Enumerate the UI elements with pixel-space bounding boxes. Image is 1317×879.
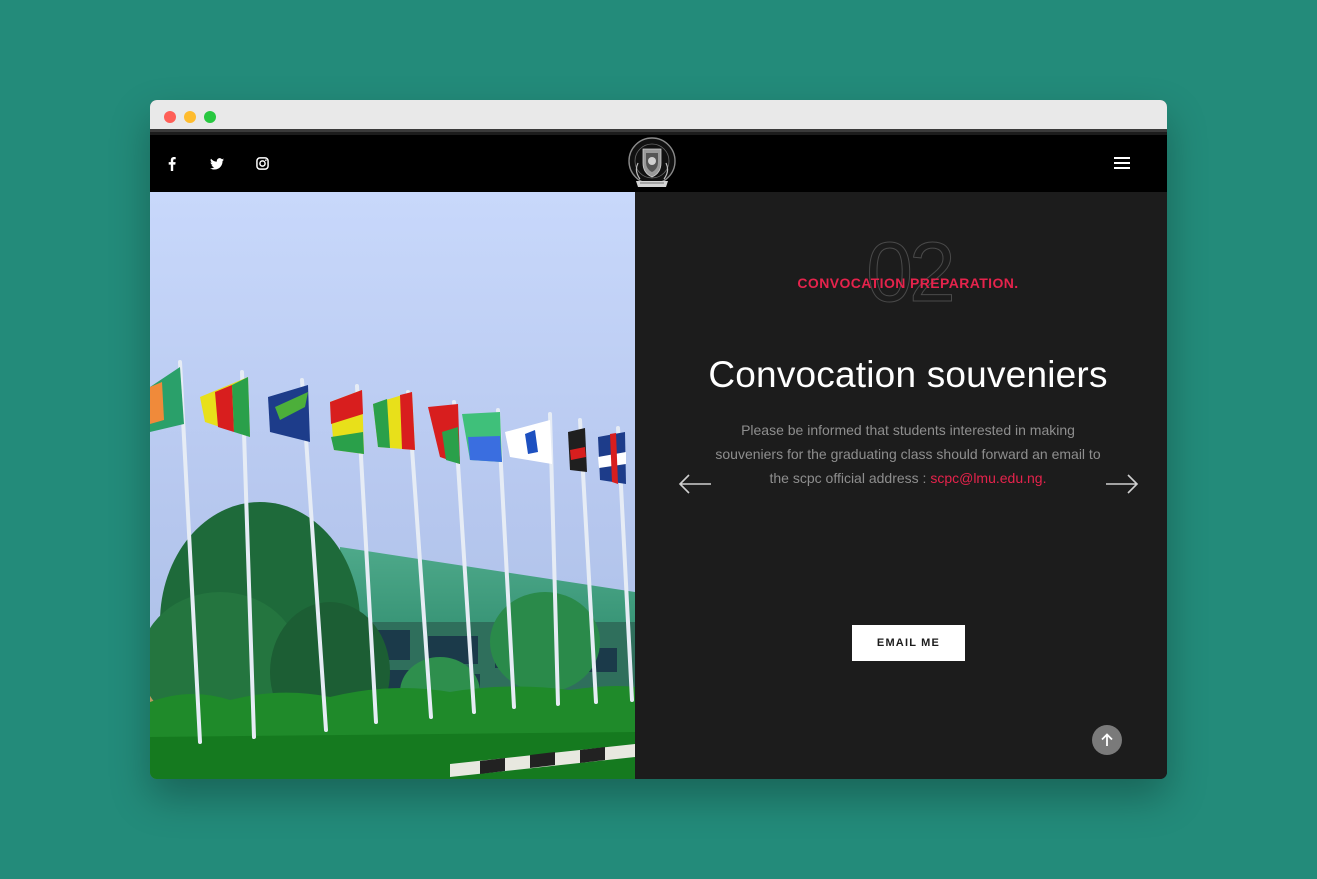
instagram-link[interactable] xyxy=(256,135,269,192)
facebook-link[interactable] xyxy=(168,135,176,192)
close-window-dot[interactable] xyxy=(164,111,176,123)
twitter-link[interactable] xyxy=(210,135,224,192)
slide-description: Please be informed that students interes… xyxy=(710,418,1106,490)
menu-line xyxy=(1114,157,1130,159)
arrow-left-icon xyxy=(678,474,711,494)
crest-icon xyxy=(628,137,676,187)
arrow-up-icon xyxy=(1101,733,1113,746)
menu-line xyxy=(1114,162,1130,164)
slide-panel: 02 CONVOCATION PREPARATION. Convocation … xyxy=(635,192,1167,779)
instagram-icon xyxy=(256,157,269,170)
window-titlebar xyxy=(150,100,1167,132)
flags-campus-image xyxy=(150,192,635,779)
email-link[interactable]: scpc@lmu.edu.ng. xyxy=(930,470,1046,486)
hero-flags-photo xyxy=(150,192,635,779)
arrow-right-icon xyxy=(1106,474,1139,494)
scroll-to-top-button[interactable] xyxy=(1092,725,1122,755)
hamburger-menu-button[interactable] xyxy=(1114,155,1132,171)
slide-number: 02 xyxy=(866,225,956,319)
twitter-icon xyxy=(210,157,224,170)
facebook-icon xyxy=(168,156,176,171)
slide-eyebrow: CONVOCATION PREPARATION. xyxy=(797,275,1019,291)
minimize-window-dot[interactable] xyxy=(184,111,196,123)
email-me-button[interactable]: EMAIL ME xyxy=(852,625,965,661)
menu-line xyxy=(1114,167,1130,169)
site-navbar xyxy=(150,135,1167,192)
maximize-window-dot[interactable] xyxy=(204,111,216,123)
slide-title: Convocation souveniers xyxy=(708,354,1108,395)
next-slide-button[interactable] xyxy=(1105,474,1139,499)
previous-slide-button[interactable] xyxy=(678,474,712,499)
browser-window: 02 CONVOCATION PREPARATION. Convocation … xyxy=(150,100,1167,779)
university-crest-logo[interactable] xyxy=(626,135,678,192)
